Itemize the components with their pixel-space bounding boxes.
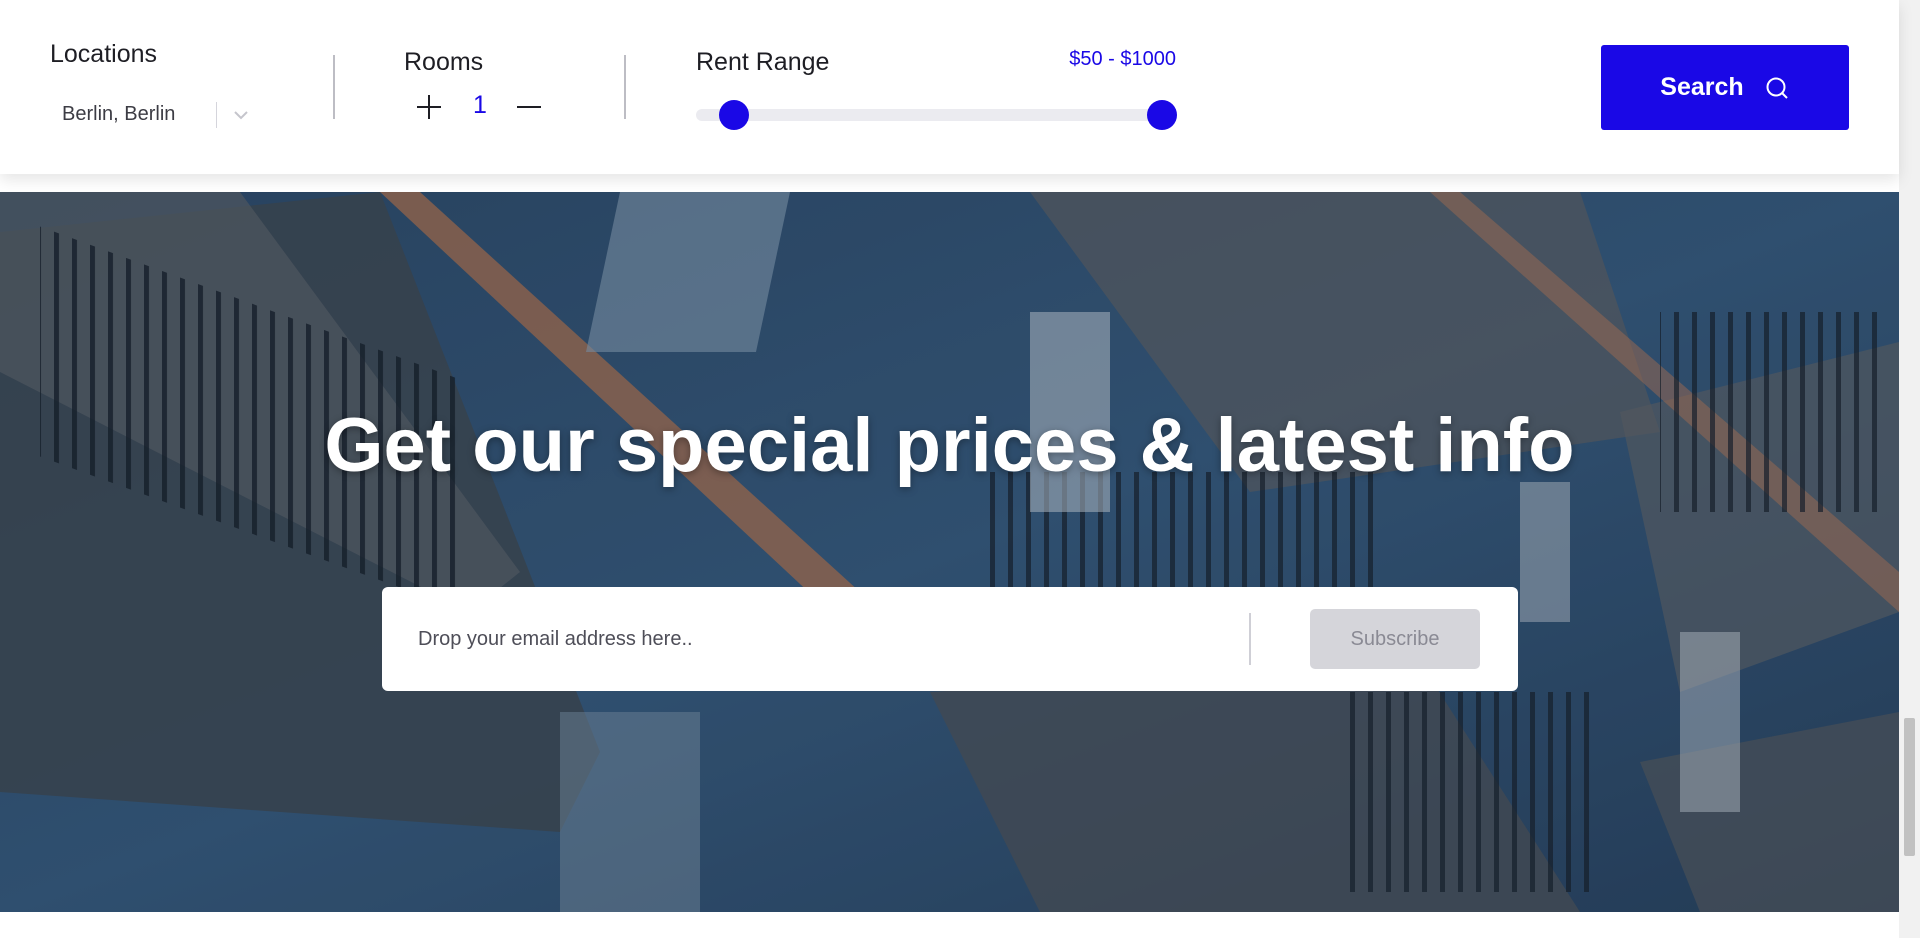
rent-range-slider[interactable] [696,100,1177,130]
search-button[interactable]: Search [1601,45,1849,130]
minus-icon[interactable] [514,92,544,122]
search-button-label: Search [1660,73,1744,101]
search-bar: Locations Berlin, Berlin Rooms 1 Rent Ra… [0,0,1899,174]
location-select-divider [216,102,217,128]
page-scrollbar[interactable] [1899,0,1920,938]
building-background-image [0,192,1899,912]
subscribe-form: Subscribe [382,587,1518,691]
plus-icon[interactable] [414,92,444,122]
rent-range-min-handle[interactable] [719,100,750,130]
scrollbar-thumb[interactable] [1904,718,1915,856]
email-input[interactable] [418,615,1198,663]
page: Locations Berlin, Berlin Rooms 1 Rent Ra… [0,0,1920,938]
newsletter-title: Get our special prices & latest info [324,403,1575,488]
rooms-value: 1 [473,91,487,119]
location-value: Berlin, Berlin [62,103,176,125]
search-icon [1766,77,1788,99]
divider [624,55,626,119]
rent-range-label: Rent Range [696,48,830,76]
location-select[interactable]: Berlin, Berlin [62,100,262,130]
newsletter-section: Get our special prices & latest info Sub… [0,192,1899,912]
rent-range-value: $50 - $1000 [1069,48,1176,70]
locations-label: Locations [50,40,158,68]
rent-range-max-handle[interactable] [1146,100,1177,130]
divider [333,55,335,119]
subscribe-divider [1249,613,1251,665]
rent-range-fill [734,109,1162,121]
subscribe-button[interactable]: Subscribe [1310,609,1480,669]
chevron-down-icon [234,111,248,120]
rooms-label: Rooms [404,48,484,76]
